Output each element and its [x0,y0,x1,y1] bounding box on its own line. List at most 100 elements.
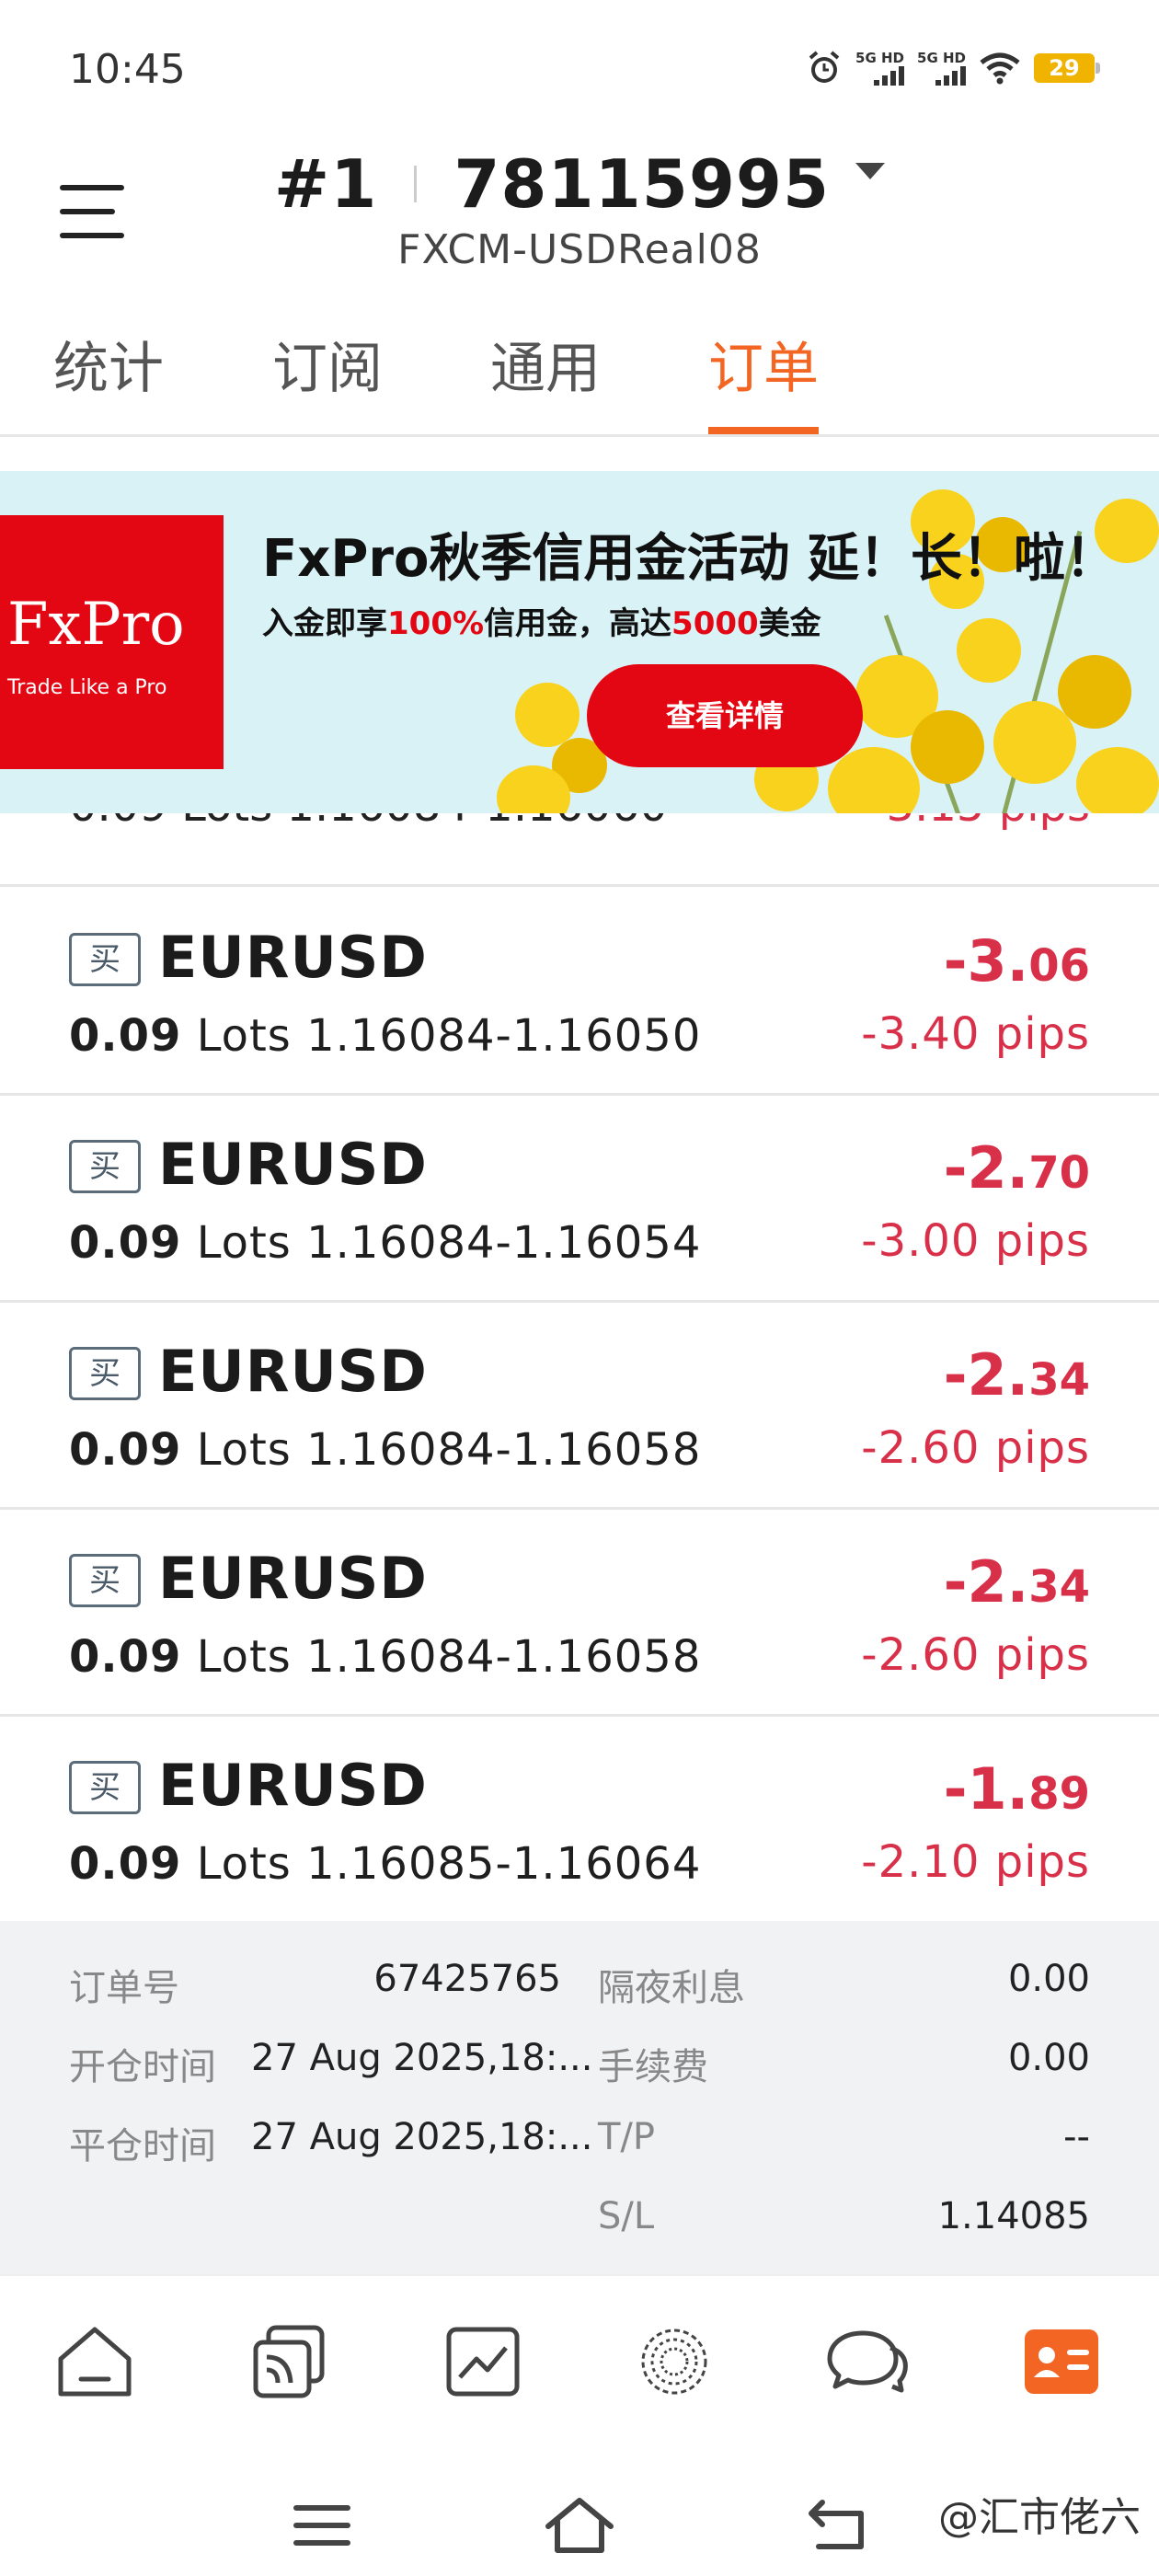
open-time-value: 27 Aug 2025,18:... [251,2037,593,2079]
order-prices: 1.16085-1.16064 [306,1838,702,1890]
order-profit-dec: 89 [1028,1768,1090,1820]
order-row[interactable]: 买 EURUSD 0.09 Lots 1.16084-1.16054 -2.70… [0,1096,1159,1303]
order-prices: 1.16084-1.16050 [306,1010,702,1062]
account-prefix: #1 [273,145,378,223]
order-lots: 0.09 [69,1424,182,1476]
order-symbol: EURUSD [158,1131,428,1198]
status-time: 10:45 [69,46,186,93]
community-icon[interactable] [633,2320,716,2403]
chat-icon[interactable] [826,2320,909,2403]
order-profit: -2.70 [944,1134,1090,1202]
battery-icon: 29 [1034,53,1100,83]
watermark: @汇市佬六 [938,2494,1141,2541]
swap-value: 0.00 [1007,1958,1090,2000]
banner-sub-3: 美金 [758,605,821,642]
close-time-value: 27 Aug 2025,18:... [251,2116,593,2158]
tab-bar: 统计 订阅 通用 订单 [0,331,1159,437]
order-profit: -2.34 [944,1548,1090,1616]
order-pips: -3.40 pips [861,1008,1090,1060]
order-detail: 0.09 Lots 1.16085-1.16064 [69,1838,701,1890]
commission-value: 0.00 [1007,2037,1090,2079]
status-bar: 10:45 5G HD 5G HD 29 [0,0,1159,138]
account-line[interactable]: #1 78115995 [273,145,886,223]
promo-banner[interactable]: FxPro Trade Like a Pro FxPro秋季信用金活动 延！长！… [0,471,1159,813]
view-details-button[interactable]: 查看详情 [587,664,863,767]
sim2-label: 5G HD [917,50,966,66]
commission-label: 手续费 [598,2046,708,2088]
orders-list[interactable]: 0.09 Lots 1.16084-1.16060 -3.15 pips 买 E… [0,813,1159,1921]
order-lots-unit: Lots [196,1217,292,1269]
order-profit: -2.34 [944,1341,1090,1409]
tab-statistics[interactable]: 统计 [53,331,164,434]
tab-orders[interactable]: 订单 [708,331,819,434]
signal-icon-sim2: 5G HD [917,51,966,86]
order-row[interactable]: 买 EURUSD 0.09 Lots 1.16084-1.16058 -2.34… [0,1303,1159,1510]
tp-label: T/P [598,2116,656,2158]
order-lots: 0.09 [69,1010,182,1062]
back-icon[interactable] [806,2495,870,2554]
swap-label: 隔夜利息 [598,1967,745,2009]
banner-subtitle: 入金即享100%信用金，高达5000美金 [262,598,821,643]
order-details-panel: 订单号 67425765 隔夜利息 0.00 开仓时间 27 Aug 2025,… [0,1921,1159,2274]
account-selector[interactable]: #1 78115995 FXCM-USDReal08 [0,145,1159,273]
banner-sub-pct: 100% [387,605,485,642]
order-prices: 1.16084-1.16058 [306,1424,702,1476]
order-row[interactable]: 买 EURUSD 0.09 Lots 1.16084-1.16058 -2.34… [0,1510,1159,1717]
tp-value: -- [1063,2116,1090,2158]
order-profit-dec: 70 [1028,1147,1090,1199]
fxpro-logo-name: FxPro [7,591,185,659]
tab-subscriptions[interactable]: 订阅 [272,331,383,434]
status-icons: 5G HD 5G HD 29 [806,50,1100,86]
banner-sub-amount: 5000 [671,605,759,642]
order-profit-int: -2. [943,1548,1029,1616]
fxpro-logo-tagline: Trade Like a Pro [7,676,167,699]
order-no-label: 订单号 [69,1967,179,2009]
order-lots: 0.09 [69,1217,182,1269]
order-lots: 0.09 [69,1631,182,1683]
order-pips: -2.60 pips [861,1629,1090,1681]
profile-card-icon[interactable] [1021,2320,1104,2403]
sl-label: S/L [598,2195,655,2237]
close-time-label: 平仓时间 [69,2125,216,2168]
order-pips: -3.00 pips [861,1215,1090,1267]
sl-value: 1.14085 [937,2195,1090,2237]
order-prices: 1.16084-1.16058 [306,1631,702,1683]
order-lots: 0.09 [69,1838,182,1890]
order-symbol: EURUSD [158,1545,428,1612]
buy-badge: 买 [69,1347,141,1400]
banner-title: FxPro秋季信用金活动 延！长！啦！ [262,529,1118,589]
home-nav-icon[interactable] [543,2495,616,2556]
buy-badge: 买 [69,1761,141,1814]
signal-icon-sim1: 5G HD [855,50,905,86]
partial-row-text: 0.09 Lots 1.16084-1.16060 [69,813,668,832]
order-pips: -2.60 pips [861,1422,1090,1474]
order-row[interactable]: 买 EURUSD 0.09 Lots 1.16084-1.16050 -3.06… [0,889,1159,1096]
order-lots-unit: Lots [196,1838,292,1890]
order-detail: 0.09 Lots 1.16084-1.16058 [69,1424,701,1476]
chevron-down-icon[interactable] [855,163,886,179]
banner-sub-2: 信用金，高达 [484,605,672,642]
order-detail: 0.09 Lots 1.16084-1.16058 [69,1631,701,1683]
sim1-label: 5G HD [855,50,905,66]
order-detail: 0.09 Lots 1.16084-1.16050 [69,1010,701,1062]
order-row-partial[interactable]: 0.09 Lots 1.16084-1.16060 -3.15 pips [0,813,1159,887]
order-lots-unit: Lots [196,1424,292,1476]
order-no-value: 67425765 [373,1958,561,2000]
account-separator [414,166,418,202]
order-row-selected[interactable]: 买 EURUSD 0.09 Lots 1.16085-1.16064 -1.89… [0,1717,1159,1921]
chart-icon[interactable] [442,2320,524,2403]
order-detail: 0.09 Lots 1.16084-1.16054 [69,1217,701,1269]
recent-apps-icon[interactable] [293,2502,351,2548]
order-symbol: EURUSD [158,924,428,991]
buy-badge: 买 [69,933,141,986]
order-profit: -1.89 [944,1755,1090,1823]
alarm-icon [809,51,840,83]
feed-icon[interactable] [248,2320,331,2403]
banner-sub-1: 入金即享 [262,605,387,642]
order-symbol: EURUSD [158,1752,428,1819]
order-lots-unit: Lots [196,1631,292,1683]
tab-general[interactable]: 通用 [490,331,601,434]
wifi-icon [980,52,1020,85]
home-icon[interactable] [53,2320,136,2403]
order-profit-int: -3. [943,927,1029,995]
